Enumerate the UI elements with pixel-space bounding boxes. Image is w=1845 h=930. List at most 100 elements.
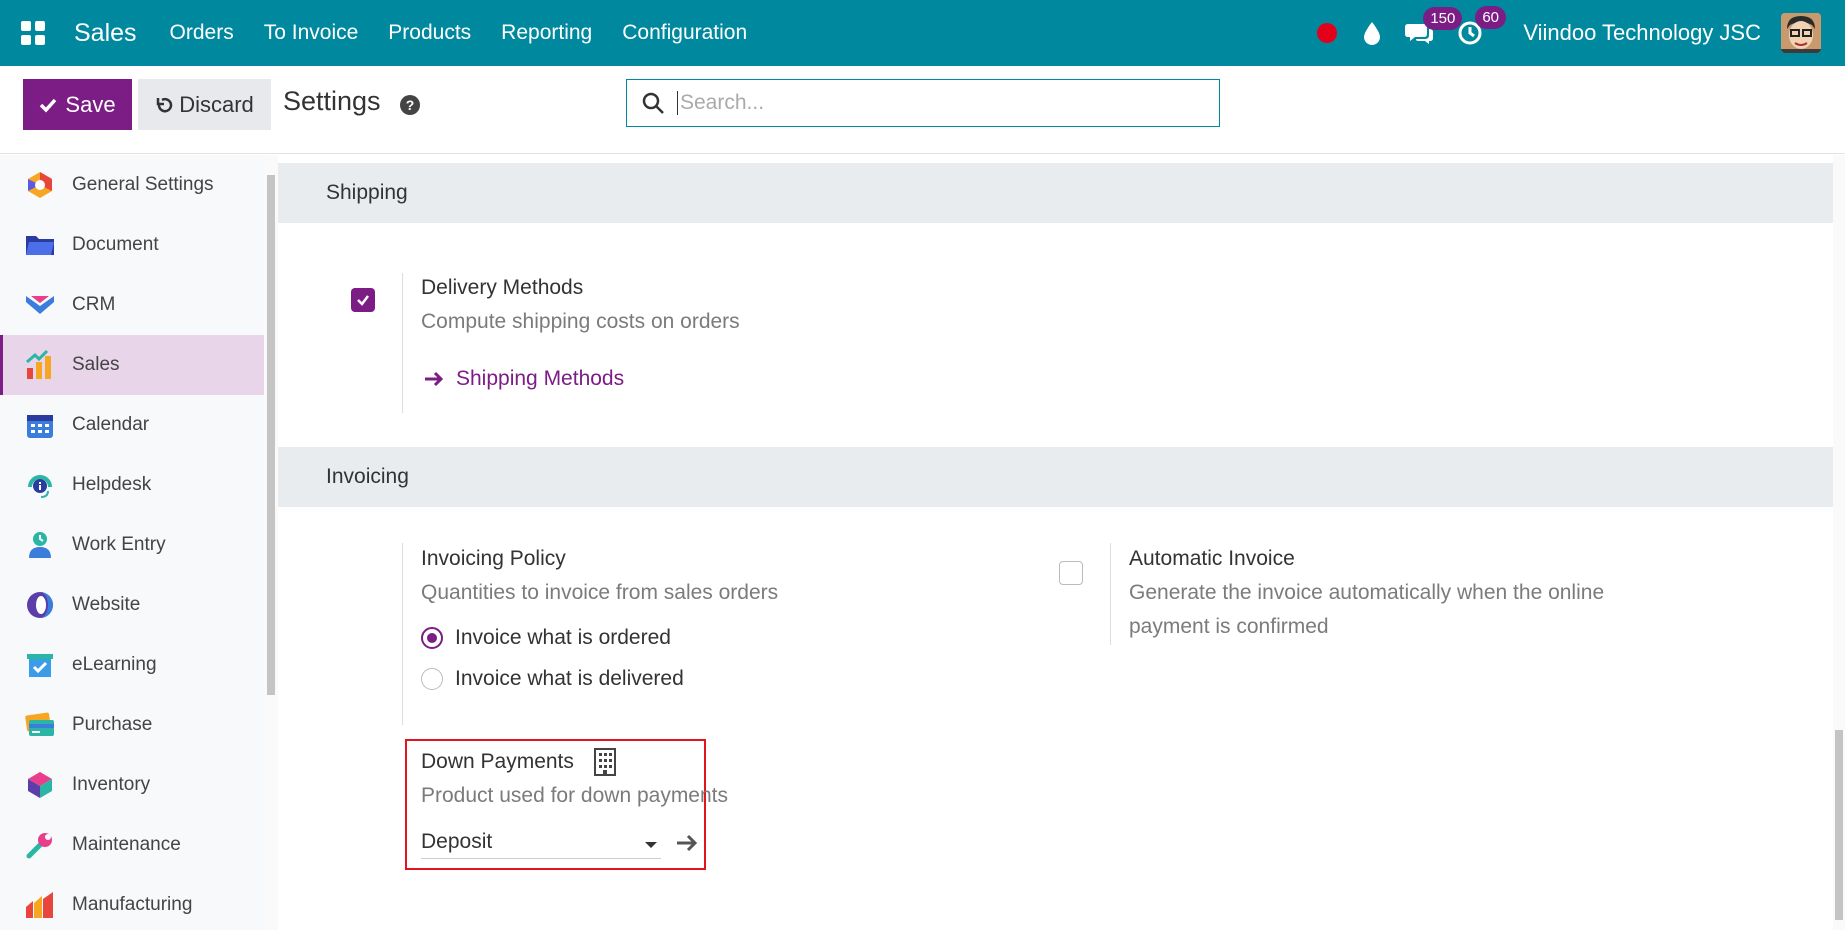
sidebar-item-maintenance[interactable]: Maintenance bbox=[0, 815, 264, 875]
headset-icon bbox=[25, 470, 55, 500]
sidebar-item-crm[interactable]: CRM bbox=[0, 275, 264, 335]
sidebar-item-label: Calendar bbox=[72, 414, 150, 435]
radio-button-selected[interactable] bbox=[421, 627, 443, 649]
sidebar-item-label: Work Entry bbox=[72, 534, 166, 555]
discard-label: Discard bbox=[179, 91, 254, 117]
user-clock-icon bbox=[25, 530, 55, 560]
menu-to-invoice[interactable]: To Invoice bbox=[249, 21, 374, 45]
website-icon bbox=[25, 590, 55, 620]
elearning-icon bbox=[25, 650, 55, 680]
invoicing-section-header: Invoicing bbox=[278, 447, 1833, 507]
discard-button[interactable]: Discard bbox=[138, 79, 271, 130]
sidebar-item-label: Sales bbox=[72, 354, 120, 375]
invoicing-policy-title: Invoicing Policy bbox=[421, 547, 566, 570]
sidebar-item-label: CRM bbox=[72, 294, 116, 315]
down-payment-product-value: Deposit bbox=[421, 829, 493, 853]
sidebar-item-website[interactable]: Website bbox=[0, 575, 264, 635]
folder-icon bbox=[25, 230, 55, 260]
activities-icon[interactable]: 60 bbox=[1457, 6, 1506, 46]
check-icon bbox=[40, 98, 57, 113]
divider bbox=[402, 273, 403, 413]
shipping-methods-link[interactable]: Shipping Methods bbox=[424, 367, 624, 391]
sidebar-scrollbar[interactable] bbox=[264, 155, 278, 930]
app-brand[interactable]: Sales bbox=[74, 19, 137, 48]
company-building-icon bbox=[594, 748, 616, 781]
sidebar-item-label: Website bbox=[72, 594, 141, 615]
settings-sidebar: General Settings Document CRM Sales Cale… bbox=[0, 155, 264, 930]
automatic-invoice-description-line2: payment is confirmed bbox=[1129, 615, 1329, 638]
sidebar-item-label: General Settings bbox=[72, 174, 214, 195]
sidebar-item-purchase[interactable]: Purchase bbox=[0, 695, 264, 755]
divider bbox=[402, 543, 403, 725]
credit-card-icon bbox=[25, 710, 55, 740]
save-button[interactable]: Save bbox=[23, 79, 132, 130]
menu-reporting[interactable]: Reporting bbox=[486, 21, 607, 45]
delivery-methods-description: Compute shipping costs on orders bbox=[421, 310, 740, 333]
sidebar-item-label: Document bbox=[72, 234, 159, 255]
divider bbox=[1110, 543, 1111, 645]
radio-button[interactable] bbox=[421, 668, 443, 690]
sidebar-item-label: Maintenance bbox=[72, 834, 181, 855]
open-record-arrow-icon[interactable] bbox=[676, 834, 698, 857]
company-switcher[interactable]: Viindoo Technology JSC bbox=[1523, 20, 1761, 46]
search-icon bbox=[642, 92, 664, 114]
sidebar-item-general-settings[interactable]: General Settings bbox=[0, 155, 264, 215]
save-label: Save bbox=[65, 91, 116, 117]
general-settings-icon bbox=[25, 170, 55, 200]
sidebar-item-sales[interactable]: Sales bbox=[0, 335, 264, 395]
shipping-methods-label: Shipping Methods bbox=[456, 367, 625, 390]
sidebar-item-label: Inventory bbox=[72, 774, 151, 795]
sidebar-item-elearning[interactable]: eLearning bbox=[0, 635, 264, 695]
radio-invoice-delivered[interactable]: Invoice what is delivered bbox=[421, 667, 684, 691]
down-payments-description: Product used for down payments bbox=[421, 784, 729, 807]
help-icon[interactable]: ? bbox=[400, 95, 420, 115]
delivery-methods-title: Delivery Methods bbox=[421, 276, 584, 299]
menu-configuration[interactable]: Configuration bbox=[607, 21, 762, 45]
messages-icon[interactable]: 150 bbox=[1405, 7, 1463, 45]
wrench-icon bbox=[25, 830, 55, 860]
sidebar-item-calendar[interactable]: Calendar bbox=[0, 395, 264, 455]
crm-icon bbox=[25, 290, 55, 320]
sidebar-item-label: Helpdesk bbox=[72, 474, 152, 495]
arrow-right-icon bbox=[425, 371, 444, 387]
delivery-methods-checkbox[interactable] bbox=[351, 288, 375, 312]
sales-chart-icon bbox=[25, 350, 55, 380]
sidebar-item-label: eLearning bbox=[72, 654, 157, 675]
settings-content: Shipping Delivery Methods Compute shippi… bbox=[278, 155, 1833, 930]
page-title: Settings bbox=[283, 86, 381, 116]
manufacturing-icon bbox=[25, 890, 55, 920]
activities-badge: 60 bbox=[1475, 6, 1506, 29]
sidebar-item-inventory[interactable]: Inventory bbox=[0, 755, 264, 815]
down-payment-product-select[interactable]: Deposit bbox=[421, 825, 661, 859]
sidebar-item-helpdesk[interactable]: Helpdesk bbox=[0, 455, 264, 515]
control-panel: Save Discard Settings ? bbox=[0, 66, 1845, 154]
invoicing-policy-description: Quantities to invoice from sales orders bbox=[421, 581, 779, 604]
user-avatar[interactable] bbox=[1781, 13, 1821, 53]
menu-products[interactable]: Products bbox=[373, 21, 486, 45]
automatic-invoice-title: Automatic Invoice bbox=[1129, 547, 1295, 570]
sidebar-item-work-entry[interactable]: Work Entry bbox=[0, 515, 264, 575]
menu-orders[interactable]: Orders bbox=[155, 21, 249, 45]
radio-label: Invoice what is ordered bbox=[455, 626, 671, 649]
search-box[interactable] bbox=[626, 79, 1220, 127]
box-icon bbox=[25, 770, 55, 800]
sidebar-item-manufacturing[interactable]: Manufacturing bbox=[0, 875, 264, 930]
down-payments-title: Down Payments bbox=[421, 750, 574, 773]
drop-icon[interactable] bbox=[1363, 21, 1381, 45]
content-scrollbar[interactable] bbox=[1833, 155, 1845, 930]
sidebar-item-label: Purchase bbox=[72, 714, 153, 735]
shipping-section-header: Shipping bbox=[278, 163, 1833, 223]
record-icon[interactable] bbox=[1317, 23, 1338, 43]
sidebar-item-document[interactable]: Document bbox=[0, 215, 264, 275]
top-navbar: Sales Orders To Invoice Products Reporti… bbox=[0, 0, 1845, 66]
radio-invoice-ordered[interactable]: Invoice what is ordered bbox=[421, 626, 671, 650]
automatic-invoice-checkbox[interactable] bbox=[1059, 561, 1083, 585]
sidebar-item-label: Manufacturing bbox=[72, 894, 193, 915]
radio-label: Invoice what is delivered bbox=[455, 667, 684, 690]
app-menu-icon[interactable] bbox=[0, 0, 66, 66]
automatic-invoice-description-line1: Generate the invoice automatically when … bbox=[1129, 581, 1605, 604]
calendar-icon bbox=[25, 410, 55, 440]
search-input[interactable] bbox=[677, 91, 1197, 115]
chevron-down-icon bbox=[645, 841, 657, 848]
undo-icon bbox=[156, 97, 173, 112]
